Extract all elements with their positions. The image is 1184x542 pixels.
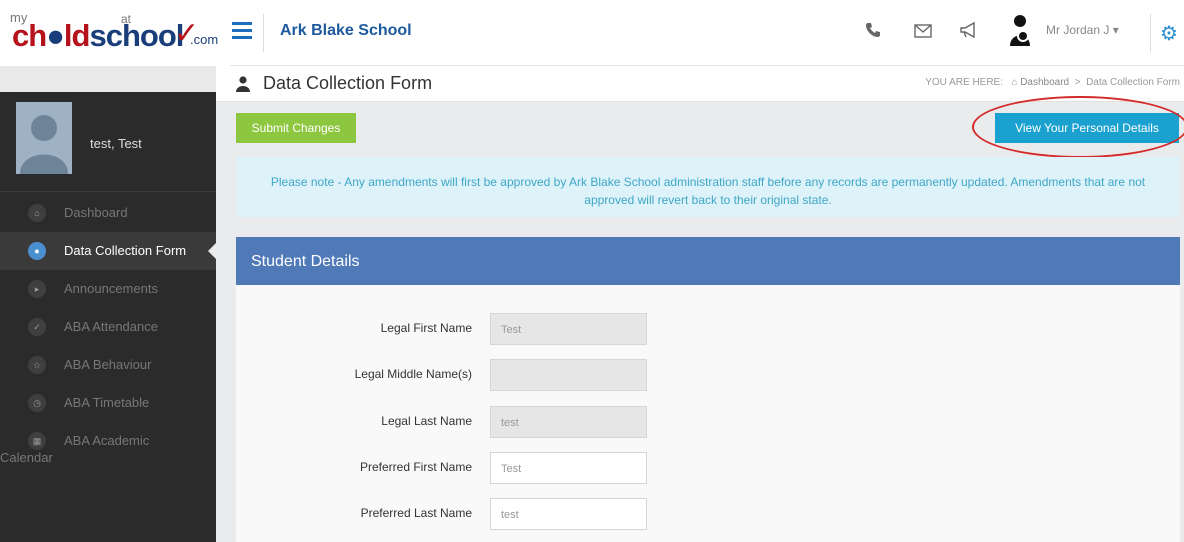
sidebar-item-aba-timetable[interactable]: ◷ ABA Timetable — [0, 384, 216, 422]
envelope-icon[interactable] — [912, 21, 934, 43]
sidebar-item-data-collection-form[interactable]: ● Data Collection Form — [0, 232, 216, 270]
user-icon — [236, 76, 250, 92]
breadcrumb-prefix: YOU ARE HERE: — [925, 77, 1004, 88]
logo-at: at — [121, 12, 132, 26]
breadcrumb-dashboard-link[interactable]: Dashboard — [1020, 77, 1069, 88]
sidebar: test, Test ⌂ Dashboard ● Data Collection… — [0, 92, 216, 542]
legal-last-name-field: test — [490, 406, 647, 438]
sidebar-item-dashboard[interactable]: ⌂ Dashboard — [0, 194, 216, 232]
profile-card: test, Test — [0, 92, 216, 192]
user-name: Mr Jordan J — [1046, 23, 1110, 37]
field-label: Legal Last Name — [381, 414, 472, 428]
form-row-preferred-last-name: Preferred Last Name test — [236, 498, 1180, 530]
page-header: Data Collection Form YOU ARE HERE: ⌂ Das… — [216, 66, 1184, 102]
check-icon: ✓ — [28, 318, 46, 336]
gear-icon[interactable]: ⚙ — [1160, 21, 1178, 46]
sidebar-item-announcements[interactable]: ▸ Announcements — [0, 270, 216, 308]
divider — [1150, 14, 1151, 52]
form-row-preferred-first-name: Preferred First Name Test — [236, 452, 1180, 484]
home-icon: ⌂ — [1011, 77, 1018, 88]
school-name[interactable]: Ark Blake School — [280, 22, 412, 40]
sidebar-item-aba-academic-calendar[interactable]: ▦ ABA Academic Calendar — [0, 422, 216, 470]
form-row-legal-first-name: Legal First Name Test — [236, 313, 1180, 345]
phone-icon[interactable] — [862, 21, 884, 43]
breadcrumb-current: Data Collection Form — [1086, 77, 1180, 88]
preferred-last-name-field[interactable]: test — [490, 498, 647, 530]
legal-middle-name-field — [490, 359, 647, 391]
top-bar: my ch●ldschool at ✓ .com Ark Blake Schoo… — [0, 0, 1184, 66]
breadcrumb: YOU ARE HERE: ⌂ Dashboard > Data Collect… — [925, 77, 1180, 88]
divider — [263, 14, 264, 52]
sidebar-item-label: ABA Timetable — [64, 395, 150, 410]
field-label: Legal First Name — [380, 321, 472, 335]
menu-icon[interactable] — [232, 22, 252, 40]
avatar — [16, 102, 72, 174]
form-row-legal-last-name: Legal Last Name test — [236, 406, 1180, 438]
submit-changes-button[interactable]: Submit Changes — [236, 113, 356, 143]
panel-title: Student Details — [236, 237, 1180, 285]
field-label: Legal Middle Name(s) — [354, 367, 472, 381]
legal-first-name-field: Test — [490, 313, 647, 345]
sidebar-item-aba-attendance[interactable]: ✓ ABA Attendance — [0, 308, 216, 346]
page-title: Data Collection Form — [263, 73, 433, 93]
clock-icon: ◷ — [28, 394, 46, 412]
sidebar-header-gap — [0, 66, 216, 92]
profile-name: test, Test — [90, 136, 142, 151]
sidebar-item-label: Dashboard — [64, 205, 128, 220]
sidebar-nav: ⌂ Dashboard ● Data Collection Form ▸ Ann… — [0, 194, 216, 470]
calendar-icon: ▦ — [28, 432, 46, 450]
field-label: Preferred First Name — [359, 460, 472, 474]
megaphone-icon[interactable] — [958, 21, 980, 43]
sidebar-item-label-continued: Calendar — [0, 450, 53, 465]
view-personal-details-button[interactable]: View Your Personal Details — [995, 113, 1179, 143]
home-icon: ⌂ — [28, 204, 46, 222]
sidebar-item-aba-behaviour[interactable]: ☆ ABA Behaviour — [0, 346, 216, 384]
active-indicator — [208, 243, 216, 259]
app-logo[interactable]: my ch●ldschool at ✓ .com — [0, 0, 230, 66]
sidebar-item-label: Data Collection Form — [64, 243, 187, 258]
preferred-first-name-field[interactable]: Test — [490, 452, 647, 484]
megaphone-icon: ▸ — [28, 280, 46, 298]
sidebar-item-label: ABA Attendance — [64, 319, 158, 334]
logo-com: .com — [190, 32, 219, 47]
sidebar-item-label: ABA Behaviour — [64, 357, 152, 372]
user-menu[interactable]: Mr Jordan J ▾ — [1046, 23, 1119, 37]
star-icon: ☆ — [28, 356, 46, 374]
chevron-down-icon: ▾ — [1112, 23, 1119, 37]
breadcrumb-separator: > — [1074, 77, 1081, 88]
sidebar-item-label: ABA Academic — [64, 433, 150, 448]
user-icon: ● — [28, 242, 46, 260]
amendment-notice: Please note - Any amendments will first … — [236, 157, 1180, 217]
field-label: Preferred Last Name — [360, 506, 472, 520]
parent-child-icon[interactable] — [1008, 14, 1038, 48]
form-row-legal-middle-name: Legal Middle Name(s) — [236, 359, 1180, 391]
sidebar-item-label: Announcements — [64, 281, 158, 296]
logo-wordmark: ch●ldschool — [12, 18, 184, 53]
